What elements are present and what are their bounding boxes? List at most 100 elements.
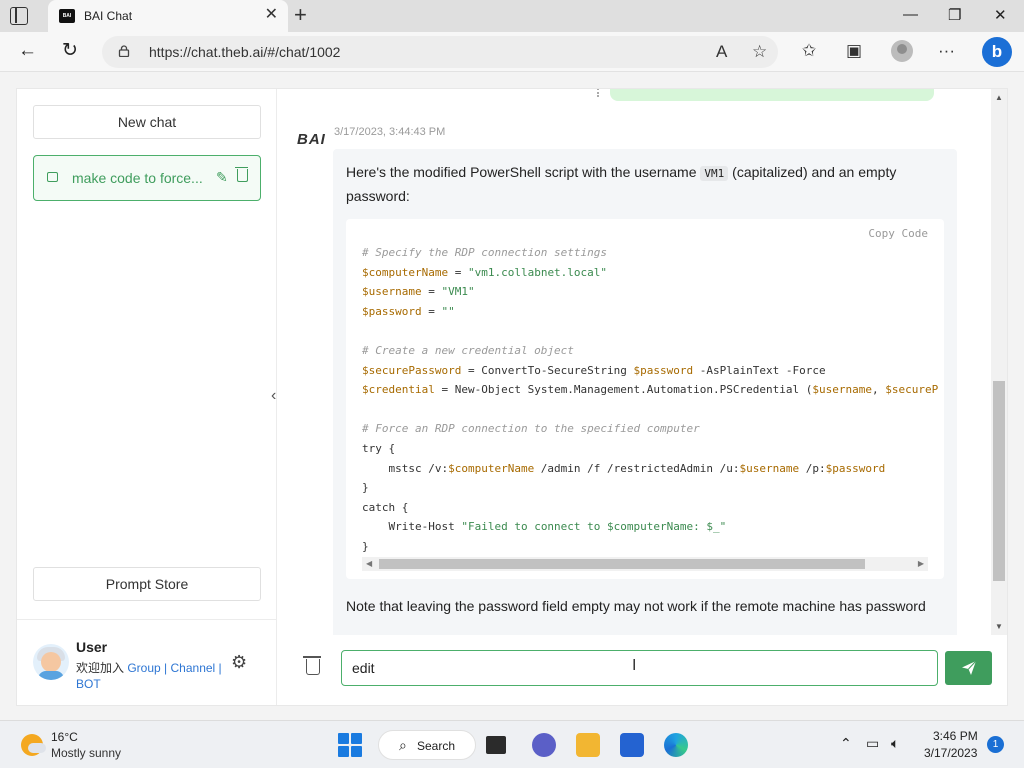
- code-variable: $password: [825, 461, 886, 475]
- new-chat-button[interactable]: New chat: [33, 105, 261, 139]
- taskbar-search[interactable]: ⌕ Search: [378, 730, 476, 760]
- favorite-add-icon[interactable]: ☆: [752, 42, 767, 62]
- welcome-text: 欢迎加入: [76, 661, 128, 675]
- clock-time[interactable]: 3:46 PM: [933, 729, 978, 743]
- sidebar: New chat make code to force... ✎ Prompt …: [17, 89, 277, 705]
- code-block: Copy Code # Specify the RDP connection s…: [346, 219, 944, 579]
- teams-chat-icon[interactable]: [532, 733, 556, 757]
- code-horizontal-scrollbar[interactable]: ◀ ▶: [362, 557, 928, 571]
- code-text: = New-Object System.Management.Automatio…: [434, 383, 813, 397]
- scroll-up-icon[interactable]: ▲: [995, 93, 1003, 102]
- code-text: mstsc /v:: [362, 461, 449, 475]
- window-close-icon[interactable]: ✕: [994, 6, 1007, 24]
- tab-title: BAI Chat: [84, 9, 133, 23]
- code-string: "vm1.collabnet.local": [467, 265, 608, 279]
- search-icon: ⌕: [399, 737, 407, 753]
- send-button[interactable]: [945, 651, 992, 685]
- history-item[interactable]: make code to force... ✎: [33, 155, 261, 201]
- weather-sun-icon[interactable]: [21, 734, 46, 756]
- file-explorer-icon[interactable]: [576, 733, 600, 757]
- favorites-icon[interactable]: ✩: [802, 41, 816, 61]
- code-string: "VM1": [441, 285, 475, 299]
- code-text: }: [362, 539, 369, 553]
- volume-icon[interactable]: 🔈︎: [891, 735, 899, 752]
- message-intro: Here's the modified PowerShell script wi…: [346, 161, 936, 207]
- task-view-icon[interactable]: [486, 736, 506, 754]
- store-icon[interactable]: [620, 733, 644, 757]
- notification-badge[interactable]: 1: [987, 736, 1004, 753]
- chat-main: BAI 3/17/2023, 3:44:43 PM Here's the mod…: [277, 89, 1007, 705]
- scroll-left-icon[interactable]: ◀: [366, 557, 372, 571]
- code-variable: $securePassword: [362, 363, 462, 377]
- back-icon[interactable]: ←: [18, 40, 37, 62]
- collapse-sidebar-icon[interactable]: ‹: [271, 387, 276, 405]
- web-page: New chat make code to force... ✎ Prompt …: [0, 72, 1024, 720]
- inline-code: VM1: [700, 166, 729, 181]
- copy-code-button[interactable]: Copy Code: [868, 227, 928, 240]
- community-links: 欢迎加入 Group | Channel | BOT: [76, 660, 236, 692]
- code-variable: $computerName: [448, 461, 535, 475]
- chat-vertical-scrollbar[interactable]: ▲ ▼: [991, 89, 1007, 635]
- refresh-icon[interactable]: ↻: [62, 40, 78, 62]
- weather-temperature[interactable]: 16°C: [51, 730, 78, 744]
- url-field[interactable]: https://chat.theb.ai/#/chat/1002 A ☆: [102, 36, 778, 68]
- tab-close-icon[interactable]: ✕: [265, 7, 278, 23]
- network-icon[interactable]: ▭: [866, 735, 879, 752]
- bot-link[interactable]: BOT: [76, 677, 101, 691]
- bai-logo: BAI: [297, 131, 326, 148]
- code-variable: $computerName: [362, 265, 449, 279]
- code-comment: # Create a new credential object: [362, 343, 574, 357]
- tab-actions-icon[interactable]: [10, 7, 28, 25]
- clock-date[interactable]: 3/17/2023: [924, 746, 977, 760]
- clear-chat-icon[interactable]: [303, 656, 321, 675]
- address-bar: ← ↻ https://chat.theb.ai/#/chat/1002 A ☆…: [0, 32, 1024, 72]
- code-string: "": [441, 304, 455, 318]
- code-text: = ConvertTo-SecureString: [461, 363, 634, 377]
- code-variable: $credential: [362, 383, 435, 397]
- gear-icon[interactable]: ⚙: [231, 652, 247, 673]
- link-separator: |: [215, 661, 222, 675]
- edge-browser-icon[interactable]: [664, 733, 688, 757]
- windows-start-icon[interactable]: [338, 733, 362, 757]
- chat-bubble-icon: [47, 172, 58, 182]
- group-link[interactable]: Group: [127, 661, 160, 675]
- message-note: Note that leaving the password field emp…: [346, 598, 926, 614]
- read-aloud-icon[interactable]: A: [716, 42, 727, 62]
- user-name: User: [76, 639, 108, 655]
- code-variable: $username: [812, 383, 872, 397]
- prompt-store-button[interactable]: Prompt Store: [33, 567, 261, 601]
- bing-copilot-icon[interactable]: b: [982, 37, 1012, 67]
- browser-tab[interactable]: BAI BAI Chat ✕: [48, 0, 288, 32]
- code-text: /admin /f /restrictedAdmin /u:: [534, 461, 740, 475]
- user-message-bubble: [610, 89, 934, 101]
- scrollbar-thumb[interactable]: [379, 559, 865, 569]
- user-panel: User 欢迎加入 Group | Channel | BOT ⚙: [17, 619, 276, 705]
- scroll-down-icon[interactable]: ▼: [995, 622, 1003, 631]
- message-actions-icon[interactable]: [597, 89, 599, 97]
- url-text: https://chat.theb.ai/#/chat/1002: [149, 44, 341, 60]
- new-tab-icon[interactable]: +: [294, 4, 307, 26]
- code-text: -AsPlainText -Force: [693, 363, 826, 377]
- collections-icon[interactable]: ▣: [846, 41, 862, 61]
- message-timestamp: 3/17/2023, 3:44:43 PM: [334, 126, 446, 138]
- weather-condition[interactable]: Mostly sunny: [51, 746, 121, 760]
- edit-icon[interactable]: ✎: [216, 169, 228, 186]
- scroll-right-icon[interactable]: ▶: [918, 557, 924, 571]
- profile-avatar-icon[interactable]: [891, 40, 913, 62]
- code-variable: $secureP: [885, 383, 939, 397]
- channel-link[interactable]: Channel: [171, 661, 216, 675]
- message-list: BAI 3/17/2023, 3:44:43 PM Here's the mod…: [277, 89, 989, 635]
- code-content: # Specify the RDP connection settings $c…: [362, 246, 939, 553]
- minimize-icon[interactable]: —: [903, 6, 918, 23]
- code-text: Write-Host: [362, 520, 462, 534]
- scrollbar-thumb[interactable]: [993, 381, 1005, 581]
- link-separator: |: [160, 661, 171, 675]
- restore-icon[interactable]: ❐: [948, 6, 961, 24]
- more-menu-icon[interactable]: ···: [938, 41, 955, 61]
- history-item-label: make code to force...: [72, 170, 203, 186]
- chevron-up-icon[interactable]: ⌃: [840, 735, 852, 752]
- bai-favicon-icon: BAI: [59, 9, 75, 23]
- message-input[interactable]: [341, 650, 938, 686]
- trash-icon[interactable]: [235, 167, 248, 182]
- code-variable: $password: [362, 304, 422, 318]
